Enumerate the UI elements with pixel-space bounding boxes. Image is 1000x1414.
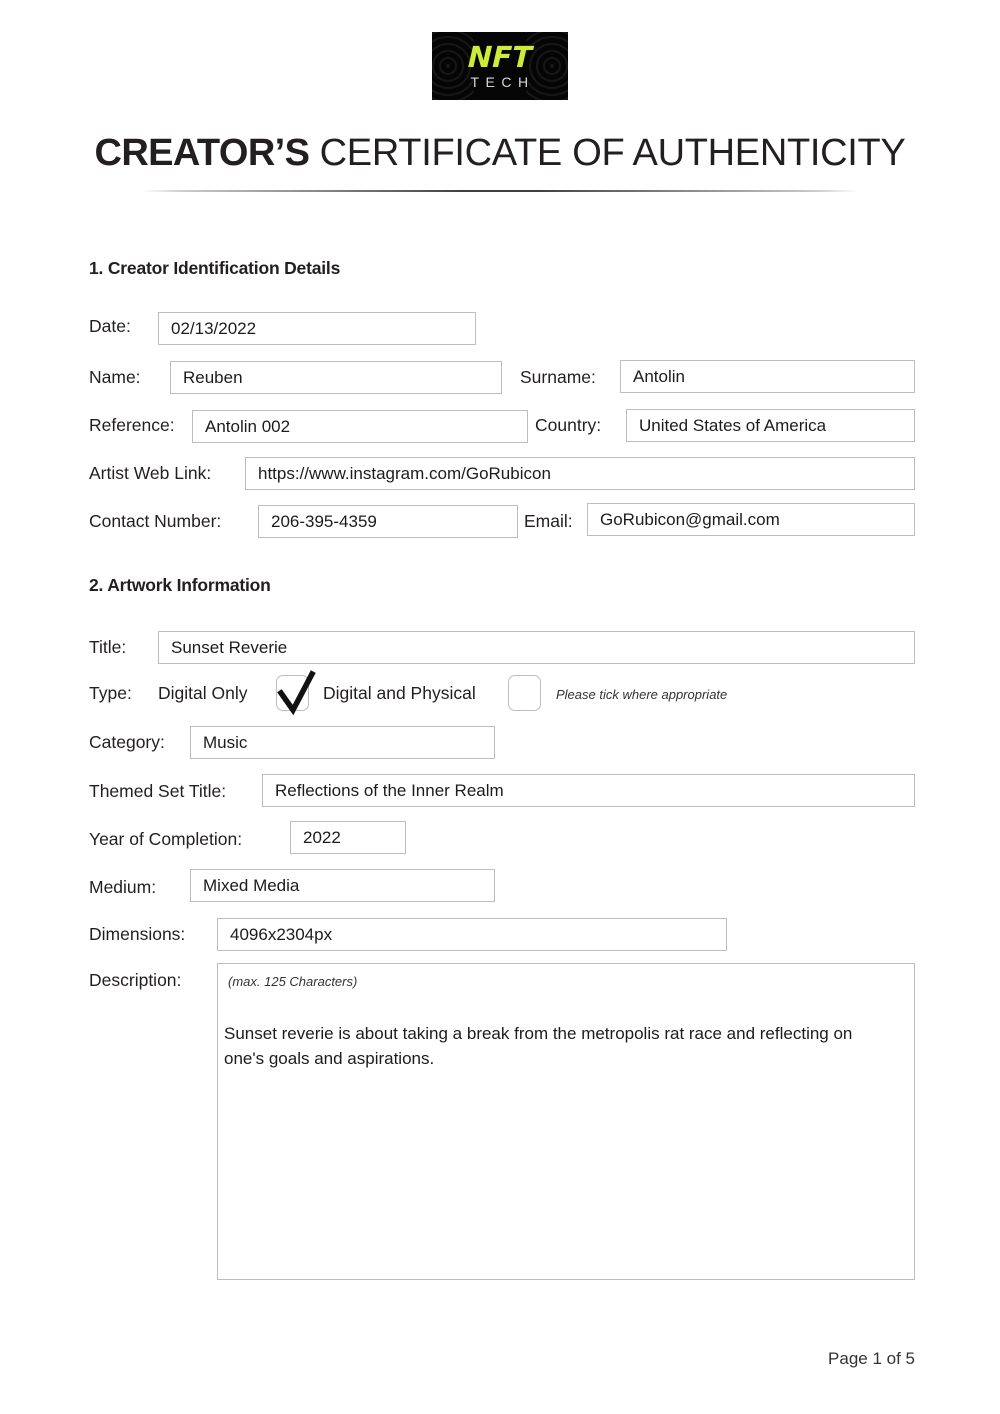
dimensions-label: Dimensions: bbox=[89, 924, 186, 944]
page-title-rest: CERTIFICATE OF AUTHENTICITY bbox=[319, 132, 906, 174]
surname-field[interactable]: Antolin bbox=[620, 360, 915, 393]
reference-label: Reference: bbox=[89, 415, 175, 435]
name-field[interactable]: Reuben bbox=[170, 361, 502, 394]
artwork-title-field[interactable]: Sunset Reverie bbox=[158, 631, 915, 664]
category-label: Category: bbox=[89, 732, 165, 752]
page-title-emphasis: CREATOR’S bbox=[94, 132, 310, 174]
email-field[interactable]: GoRubicon@gmail.com bbox=[587, 503, 915, 536]
artist-web-link-field[interactable]: https://www.instagram.com/GoRubicon bbox=[245, 457, 915, 490]
medium-label: Medium: bbox=[89, 877, 157, 897]
description-text: Sunset reverie is about taking a break f… bbox=[224, 1024, 853, 1068]
artist-web-link-label: Artist Web Link: bbox=[89, 463, 212, 483]
type-option-digital-only-label: Digital Only bbox=[158, 683, 248, 703]
type-label: Type: bbox=[89, 683, 132, 703]
description-field[interactable]: (max. 125 Characters) Sunset reverie is … bbox=[217, 963, 915, 1280]
date-label: Date: bbox=[89, 316, 131, 336]
dimensions-field[interactable]: 4096x2304px bbox=[217, 918, 727, 951]
logo-secondary-text: TECH bbox=[470, 74, 535, 90]
title-divider bbox=[142, 190, 858, 192]
surname-label: Surname: bbox=[520, 367, 596, 387]
description-label: Description: bbox=[89, 970, 182, 990]
medium-field[interactable]: Mixed Media bbox=[190, 869, 495, 902]
themed-set-title-label: Themed Set Title: bbox=[89, 781, 227, 801]
themed-set-title-field[interactable]: Reflections of the Inner Realm bbox=[262, 774, 915, 807]
country-field[interactable]: United States of America bbox=[626, 409, 915, 442]
checkbox-digital-and-physical[interactable] bbox=[508, 675, 541, 711]
contact-number-label: Contact Number: bbox=[89, 511, 222, 531]
section-heading-creator-identification: 1. Creator Identification Details bbox=[89, 258, 341, 278]
logo-primary-text: NFT bbox=[467, 40, 533, 74]
reference-field[interactable]: Antolin 002 bbox=[192, 410, 528, 443]
email-label: Email: bbox=[524, 511, 573, 531]
nft-tech-logo: NFT TECH bbox=[432, 32, 568, 100]
name-label: Name: bbox=[89, 367, 141, 387]
section-heading-artwork-information: 2. Artwork Information bbox=[89, 575, 271, 595]
description-hint: (max. 125 Characters) bbox=[228, 974, 358, 989]
page-indicator: Page 1 of 5 bbox=[828, 1349, 915, 1368]
contact-number-field[interactable]: 206-395-4359 bbox=[258, 505, 518, 538]
year-of-completion-field[interactable]: 2022 bbox=[290, 821, 406, 854]
year-of-completion-label: Year of Completion: bbox=[89, 829, 243, 849]
date-field[interactable]: 02/13/2022 bbox=[158, 312, 476, 345]
page-title: CREATOR’S CERTIFICATE OF AUTHENTICITY bbox=[0, 128, 1000, 178]
logo-badge: NFT TECH bbox=[432, 32, 568, 100]
checkbox-digital-only[interactable] bbox=[276, 675, 309, 711]
tick-instruction-note: Please tick where appropriate bbox=[556, 687, 728, 702]
category-field[interactable]: Music bbox=[190, 726, 495, 759]
type-option-digital-and-physical-label: Digital and Physical bbox=[323, 683, 476, 703]
artwork-title-label: Title: bbox=[89, 637, 127, 657]
country-label: Country: bbox=[535, 415, 602, 435]
